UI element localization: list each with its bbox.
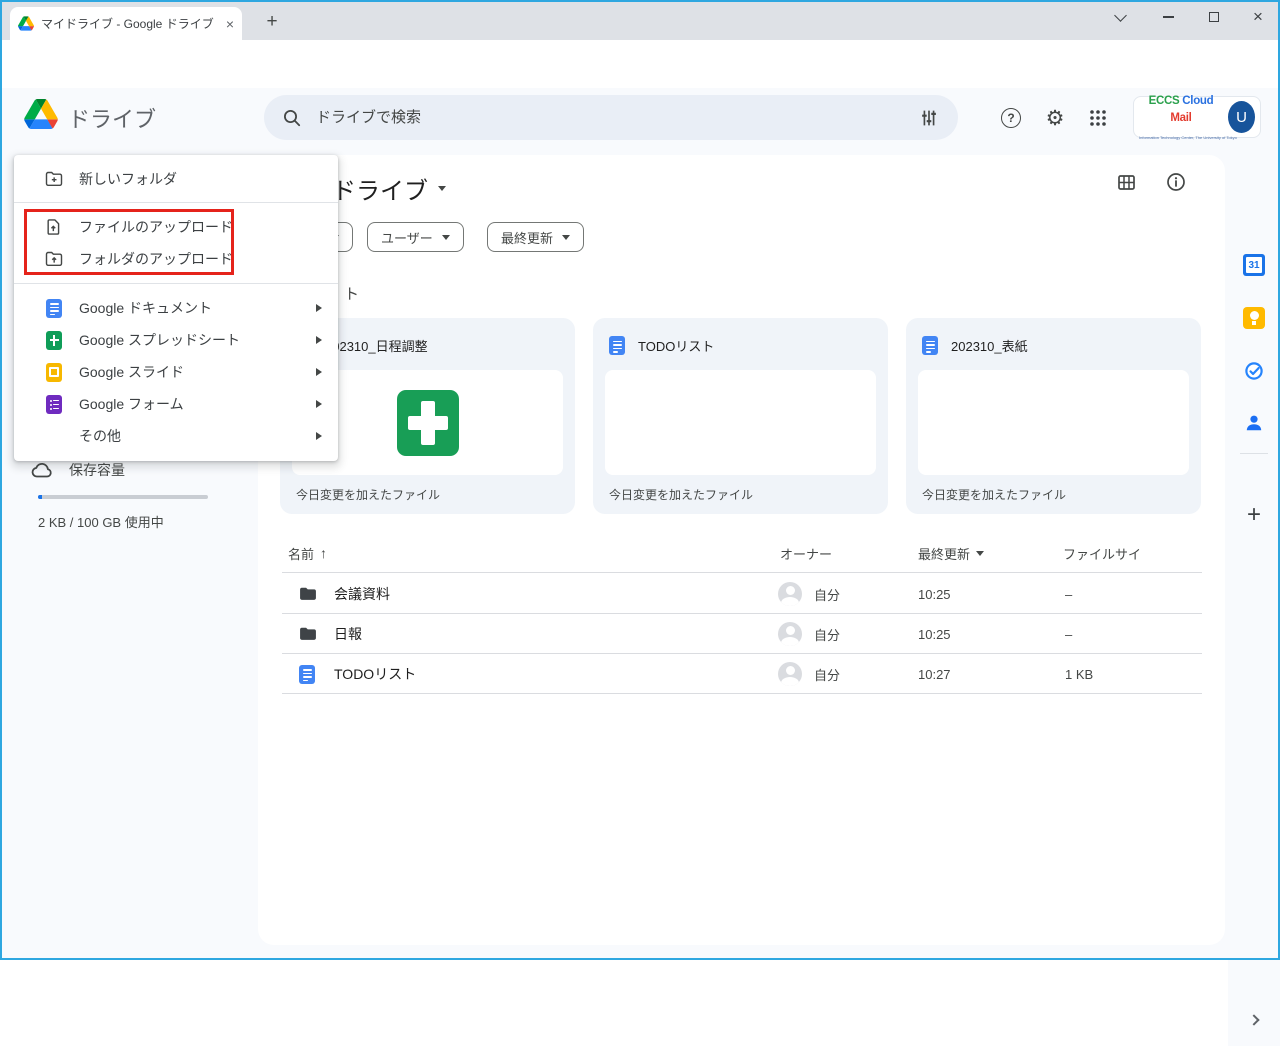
card-caption: 今日変更を加えたファイル [609,488,754,502]
apps-grid-icon[interactable] [1086,106,1110,130]
card-caption: 今日変更を加えたファイル [922,488,1067,502]
side-panel-rail: 31 + [1228,176,1280,1046]
title-caret-icon [438,186,446,191]
owner-avatar [778,582,802,606]
sort-descending-icon [976,550,985,556]
search-options-icon[interactable] [918,107,940,129]
account-badge[interactable]: ECCS Cloud Mail Information Technology C… [1133,95,1261,139]
card-preview [918,370,1189,475]
filter-chip-user[interactable]: ユーザー [367,222,464,252]
window-maximize-button[interactable] [1192,0,1236,34]
help-icon[interactable]: ? [999,106,1023,130]
search-icon [284,109,301,126]
search-input[interactable] [316,109,904,126]
menu-item-more[interactable]: その他 [14,420,338,452]
menu-item-google-slides[interactable]: Google スライド [14,356,338,388]
tasks-icon[interactable] [1243,360,1265,382]
owner-avatar [778,662,802,686]
tab-title: マイドライブ - Google ドライブ [41,17,214,31]
sheets-logo-tile [396,389,459,456]
menu-item-file-upload[interactable]: ファイルのアップロード [14,211,338,243]
drive-logo [24,99,58,134]
submenu-arrow-icon [316,400,322,408]
browser-tab[interactable]: マイドライブ - Google ドライブ × [10,7,242,40]
window-minimize-button[interactable] [1146,0,1190,34]
calendar-icon[interactable]: 31 [1243,254,1265,276]
expand-panel-icon[interactable] [1243,1009,1265,1031]
rail-divider [1240,453,1268,454]
owner-avatar [778,622,802,646]
menu-item-folder-upload[interactable]: フォルダのアップロード [14,243,338,275]
suggestion-card[interactable]: TODOリスト 今日変更を加えたファイル [593,318,888,514]
card-preview [605,370,876,475]
account-avatar[interactable]: U [1228,101,1255,133]
docs-icon [299,654,315,694]
menu-item-new-folder[interactable]: 新しいフォルダ [14,155,338,202]
info-icon[interactable] [1164,170,1188,194]
drive-app-name: ドライブ [68,107,157,132]
contacts-icon[interactable] [1243,412,1265,434]
tab-search-icon[interactable] [1098,0,1142,34]
chevron-down-icon [562,234,571,240]
column-modified[interactable]: 最終更新 [918,533,985,573]
storage-progress-bar [38,495,208,499]
drive-favicon [18,16,34,31]
sheets-icon [46,330,62,350]
file-upload-icon [44,217,64,237]
card-title: TODOリスト [638,339,715,354]
menu-item-google-forms[interactable]: Google フォーム [14,388,338,420]
docs-icon [609,336,625,355]
sort-ascending-icon: ↑ [320,545,328,561]
folder-upload-icon [44,249,64,269]
submenu-arrow-icon [316,304,322,312]
suggestions-heading: ト [344,286,360,303]
storage-label[interactable]: 保存容量 [69,460,125,480]
search-bar[interactable] [264,95,958,140]
forms-icon [46,394,62,414]
chevron-down-icon [441,234,450,240]
card-title: 202310_表紙 [951,339,1028,354]
browser-toolbar: ← → ↻ drive.google.com/drive/my-drive ☆ … [0,40,1280,119]
menu-item-google-sheets[interactable]: Google スプレッドシート [14,324,338,356]
column-size[interactable]: ファイルサイ [1063,533,1141,573]
slides-icon [46,362,62,382]
card-caption: 今日変更を加えたファイル [296,488,441,502]
account-badge-logo: ECCS Cloud Mail Information Technology C… [1139,94,1237,140]
card-title: 202310_日程調整 [325,339,428,354]
submenu-arrow-icon [316,368,322,376]
folder-icon [298,574,318,614]
column-name[interactable]: 名前 ↑ [288,533,327,573]
tab-close-icon[interactable]: × [226,16,234,32]
column-owner[interactable]: オーナー [780,533,832,573]
table-row[interactable]: 日報 自分 10:25 – [282,614,1202,654]
settings-gear-icon[interactable]: ⚙ [1043,106,1067,130]
docs-icon [46,298,62,318]
new-tab-button[interactable]: + [258,8,286,36]
table-row[interactable]: TODOリスト 自分 10:27 1 KB [282,654,1202,694]
submenu-arrow-icon [316,336,322,344]
keep-icon[interactable] [1243,307,1265,329]
storage-usage-text: 2 KB / 100 GB 使用中 [38,515,164,530]
docs-icon [922,336,938,355]
table-row[interactable]: 会議資料 自分 10:25 – [282,574,1202,614]
window-close-button[interactable]: × [1236,0,1280,34]
add-addon-icon[interactable]: + [1243,501,1265,528]
submenu-arrow-icon [316,432,322,440]
main-content: マイドライブ 種類 ユーザー 最終更新 ト 202310_日程調整 [258,155,1225,945]
browser-tab-bar: マイドライブ - Google ドライブ × + × [0,0,1280,40]
suggestion-card[interactable]: 202310_表紙 今日変更を加えたファイル [906,318,1201,514]
new-folder-icon [44,169,64,189]
folder-icon [298,614,318,654]
new-menu: 新しいフォルダ ファイルのアップロード フォルダのアップロード Google ド… [14,155,338,461]
cloud-icon [31,462,52,478]
filter-chip-modified[interactable]: 最終更新 [487,222,585,252]
menu-item-google-docs[interactable]: Google ドキュメント [14,292,338,324]
table-header-row: 名前 ↑ オーナー 最終更新 ファイルサイ [282,533,1202,573]
grid-view-icon[interactable] [1114,170,1138,194]
